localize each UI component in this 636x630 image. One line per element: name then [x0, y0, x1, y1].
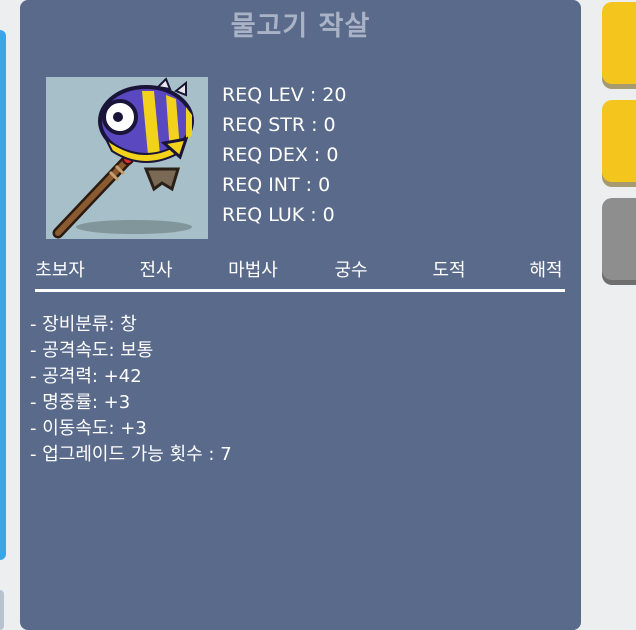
side-button-1[interactable] — [602, 2, 636, 84]
item-stats-list: - 장비분류: 창 - 공격속도: 보통 - 공격력: +42 - 명중률: +… — [30, 312, 232, 468]
req-level: REQ LEV : 20 — [222, 84, 347, 106]
section-divider — [35, 289, 565, 292]
stat-accuracy: - 명중률: +3 — [30, 392, 131, 413]
job-warrior: 전사 — [139, 260, 173, 281]
job-magician: 마법사 — [228, 260, 278, 281]
job-beginner: 초보자 — [35, 260, 85, 281]
left-panel-edge-secondary — [0, 590, 4, 630]
stat-upgrade-slots: - 업그레이드 가능 횟수 : 7 — [30, 444, 232, 465]
job-thief: 도적 — [432, 260, 466, 281]
fish-harpoon-icon — [52, 77, 194, 239]
req-dex: REQ DEX : 0 — [222, 144, 339, 166]
item-tooltip-panel: 물고기 작살 REQ LEV: 20 REQ STR: 0 REQ DEX … — [20, 0, 581, 630]
requirements-list: REQ LEV : 20 REQ STR : 0 REQ DEX : 0 REQ… — [222, 80, 346, 230]
stat-equipment-type: - 장비분류: 창 — [30, 314, 137, 335]
job-pirate: 해적 — [529, 260, 563, 281]
stat-attack-power: - 공격력: +42 — [30, 366, 142, 387]
job-archer: 궁수 — [334, 260, 368, 281]
stat-attack-speed: - 공격속도: 보통 — [30, 340, 154, 361]
side-button-2[interactable] — [602, 100, 636, 182]
stat-speed: - 이동속도: +3 — [30, 418, 147, 439]
item-name: 물고기 작살 — [230, 11, 371, 42]
req-int: REQ INT : 0 — [222, 174, 331, 196]
req-luk: REQ LUK : 0 — [222, 204, 335, 226]
job-list: 초보자 전사 마법사 궁수 도적 해적 — [30, 256, 570, 282]
side-button-3[interactable] — [602, 198, 636, 280]
req-str: REQ STR : 0 — [222, 114, 336, 136]
left-panel-edge — [0, 30, 6, 560]
item-image — [46, 77, 208, 239]
